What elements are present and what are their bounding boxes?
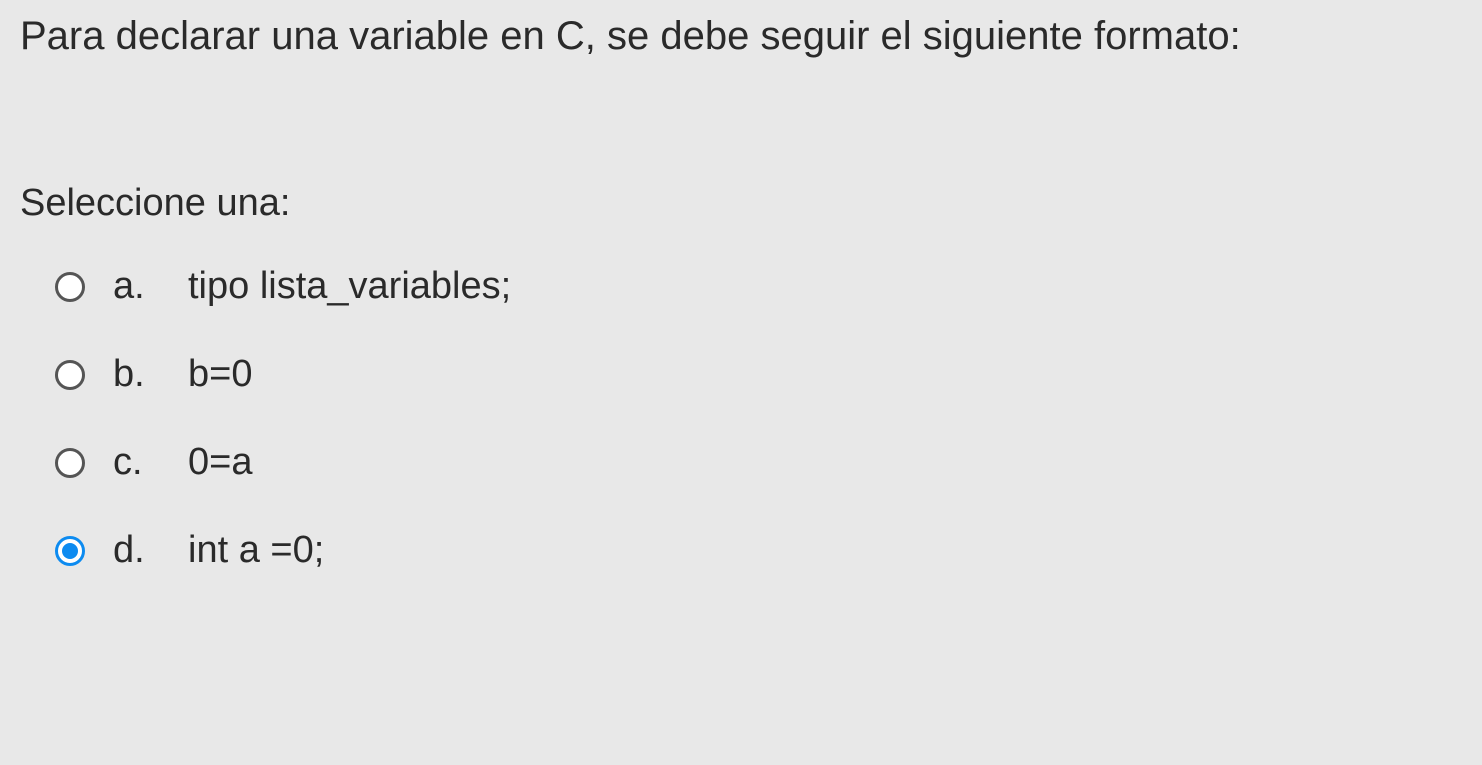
radio-dot-icon <box>62 543 78 559</box>
option-text: tipo lista_variables; <box>188 265 511 308</box>
question-text: Para declarar una variable en C, se debe… <box>20 10 1462 62</box>
option-text: b=0 <box>188 353 252 396</box>
option-letter: b. <box>113 353 173 396</box>
option-a[interactable]: a. tipo lista_variables; <box>55 265 1462 308</box>
option-letter: c. <box>113 441 173 484</box>
radio-button-c[interactable] <box>55 448 85 478</box>
options-container: a. tipo lista_variables; b. b=0 c. 0=a d… <box>20 265 1462 572</box>
option-b[interactable]: b. b=0 <box>55 353 1462 396</box>
radio-button-a[interactable] <box>55 272 85 302</box>
radio-button-d[interactable] <box>55 536 85 566</box>
option-letter: a. <box>113 265 173 308</box>
option-text: int a =0; <box>188 529 324 572</box>
radio-button-b[interactable] <box>55 360 85 390</box>
option-letter: d. <box>113 529 173 572</box>
option-text: 0=a <box>188 441 252 484</box>
option-c[interactable]: c. 0=a <box>55 441 1462 484</box>
option-d[interactable]: d. int a =0; <box>55 529 1462 572</box>
instruction-text: Seleccione una: <box>20 182 1462 225</box>
